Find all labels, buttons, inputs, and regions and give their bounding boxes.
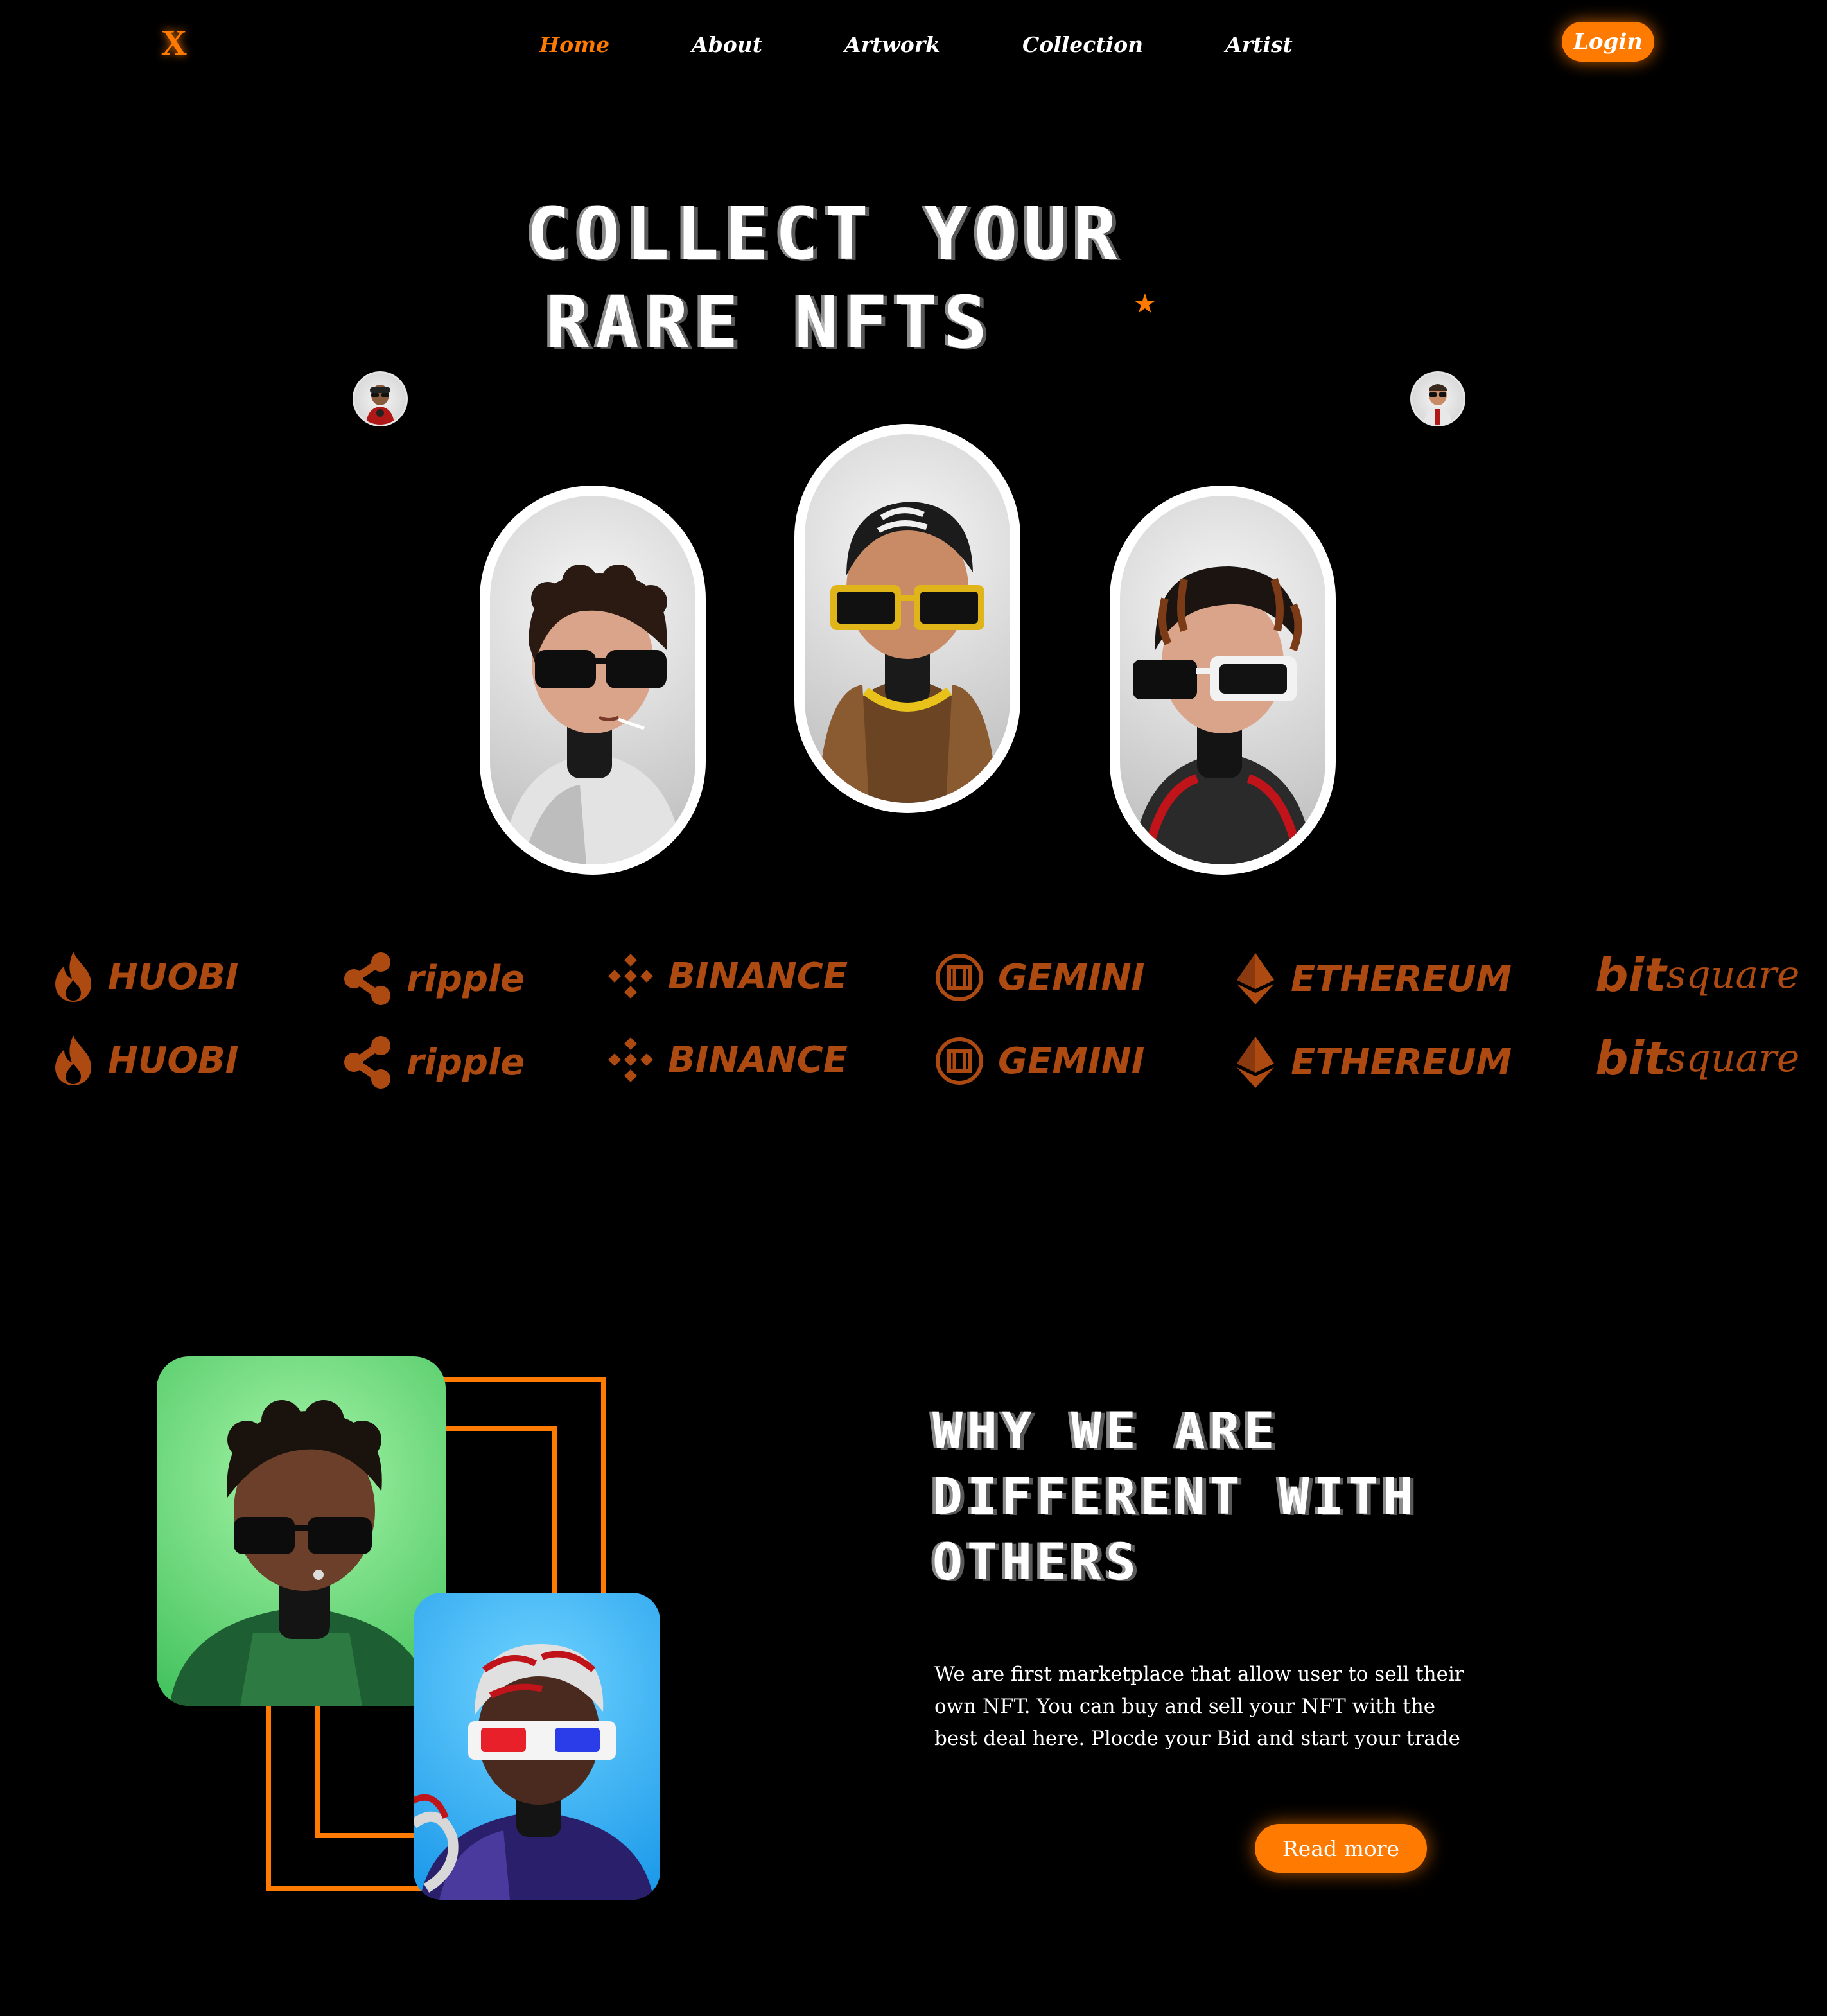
- nav-item-artwork[interactable]: Artwork: [844, 26, 940, 64]
- feature-title-line2: different with: [932, 1468, 1418, 1526]
- nft-capsule-right[interactable]: [1110, 486, 1336, 875]
- flame-icon: [55, 952, 91, 1002]
- partner-logo-ripple: ripple: [344, 952, 525, 1006]
- partner-logo-ripple: ripple: [344, 1035, 525, 1089]
- partner-name: GEMINI: [998, 1040, 1145, 1082]
- partner-name: ETHEREUM: [1291, 958, 1512, 1000]
- ripple-icon: [344, 1036, 390, 1089]
- nft-card-blue[interactable]: [414, 1593, 660, 1900]
- partner-name: ripple: [406, 958, 525, 1000]
- hero-title-line1: Collect your: [527, 193, 1124, 276]
- partner-name: BINANCE: [668, 1039, 848, 1081]
- partner-logo-binance: BINANCE: [608, 1037, 848, 1083]
- partner-name-part-b: square: [1666, 1036, 1800, 1081]
- star-icon: ★: [1133, 288, 1157, 319]
- binance-icon: [608, 1037, 653, 1082]
- nav-item-artist[interactable]: Artist: [1225, 26, 1293, 64]
- nft-capsule-left[interactable]: [480, 486, 706, 875]
- partner-logo-binance: BINANCE: [608, 953, 848, 999]
- partner-name: ripple: [406, 1041, 525, 1083]
- brand-logo[interactable]: X: [161, 23, 188, 63]
- partner-name-part-b: square: [1666, 952, 1800, 997]
- feature-description: We are first marketplace that allow user…: [934, 1663, 1464, 1750]
- flame-icon: [55, 1035, 91, 1085]
- partner-logo-bitsquare: bit square: [1595, 1031, 1799, 1085]
- binance-icon: [608, 954, 653, 999]
- read-more-button[interactable]: Read more: [1255, 1824, 1427, 1873]
- ripple-icon: [344, 952, 390, 1005]
- avatar-small-left: [353, 371, 408, 426]
- partner-name: HUOBI: [108, 1039, 239, 1082]
- nav-item-collection[interactable]: Collection: [1022, 26, 1143, 64]
- login-button[interactable]: Login: [1562, 22, 1654, 62]
- partner-name-part-a: bit: [1595, 948, 1666, 1002]
- partner-logo-ethereum: ETHEREUM: [1234, 1035, 1512, 1089]
- gemini-icon: [936, 1037, 983, 1085]
- partner-logo-gemini: GEMINI: [935, 1037, 1144, 1085]
- partner-name: GEMINI: [998, 956, 1145, 999]
- partner-logo-huobi: HUOBI: [53, 1034, 238, 1087]
- partner-logo-huobi: HUOBI: [53, 951, 238, 1003]
- feature-title-line1: Why we are: [932, 1403, 1279, 1460]
- nft-card-green[interactable]: [157, 1356, 446, 1706]
- avatar-small-right: [1410, 371, 1465, 426]
- gemini-icon: [936, 954, 983, 1001]
- nav-item-home[interactable]: Home: [539, 26, 609, 64]
- hero-title-line2: rare NFTs: [546, 281, 993, 365]
- partner-logo-bitsquare: bit square: [1595, 948, 1799, 1002]
- partner-name: ETHEREUM: [1291, 1041, 1512, 1083]
- feature-title-line3: others: [932, 1534, 1141, 1591]
- ethereum-icon: [1237, 953, 1274, 1004]
- partner-logo-ethereum: ETHEREUM: [1234, 952, 1512, 1006]
- partner-logo-gemini: GEMINI: [935, 953, 1144, 1002]
- feature-title: Why we are different with others: [932, 1399, 1417, 1595]
- ethereum-icon: [1237, 1037, 1274, 1088]
- nav-item-about[interactable]: About: [692, 26, 762, 64]
- nft-capsule-center[interactable]: [794, 424, 1020, 813]
- partner-name: BINANCE: [668, 955, 848, 997]
- partner-name-part-a: bit: [1595, 1031, 1666, 1085]
- main-nav: Home About Artwork Collection Artist: [539, 26, 1375, 64]
- partner-name: HUOBI: [108, 956, 239, 998]
